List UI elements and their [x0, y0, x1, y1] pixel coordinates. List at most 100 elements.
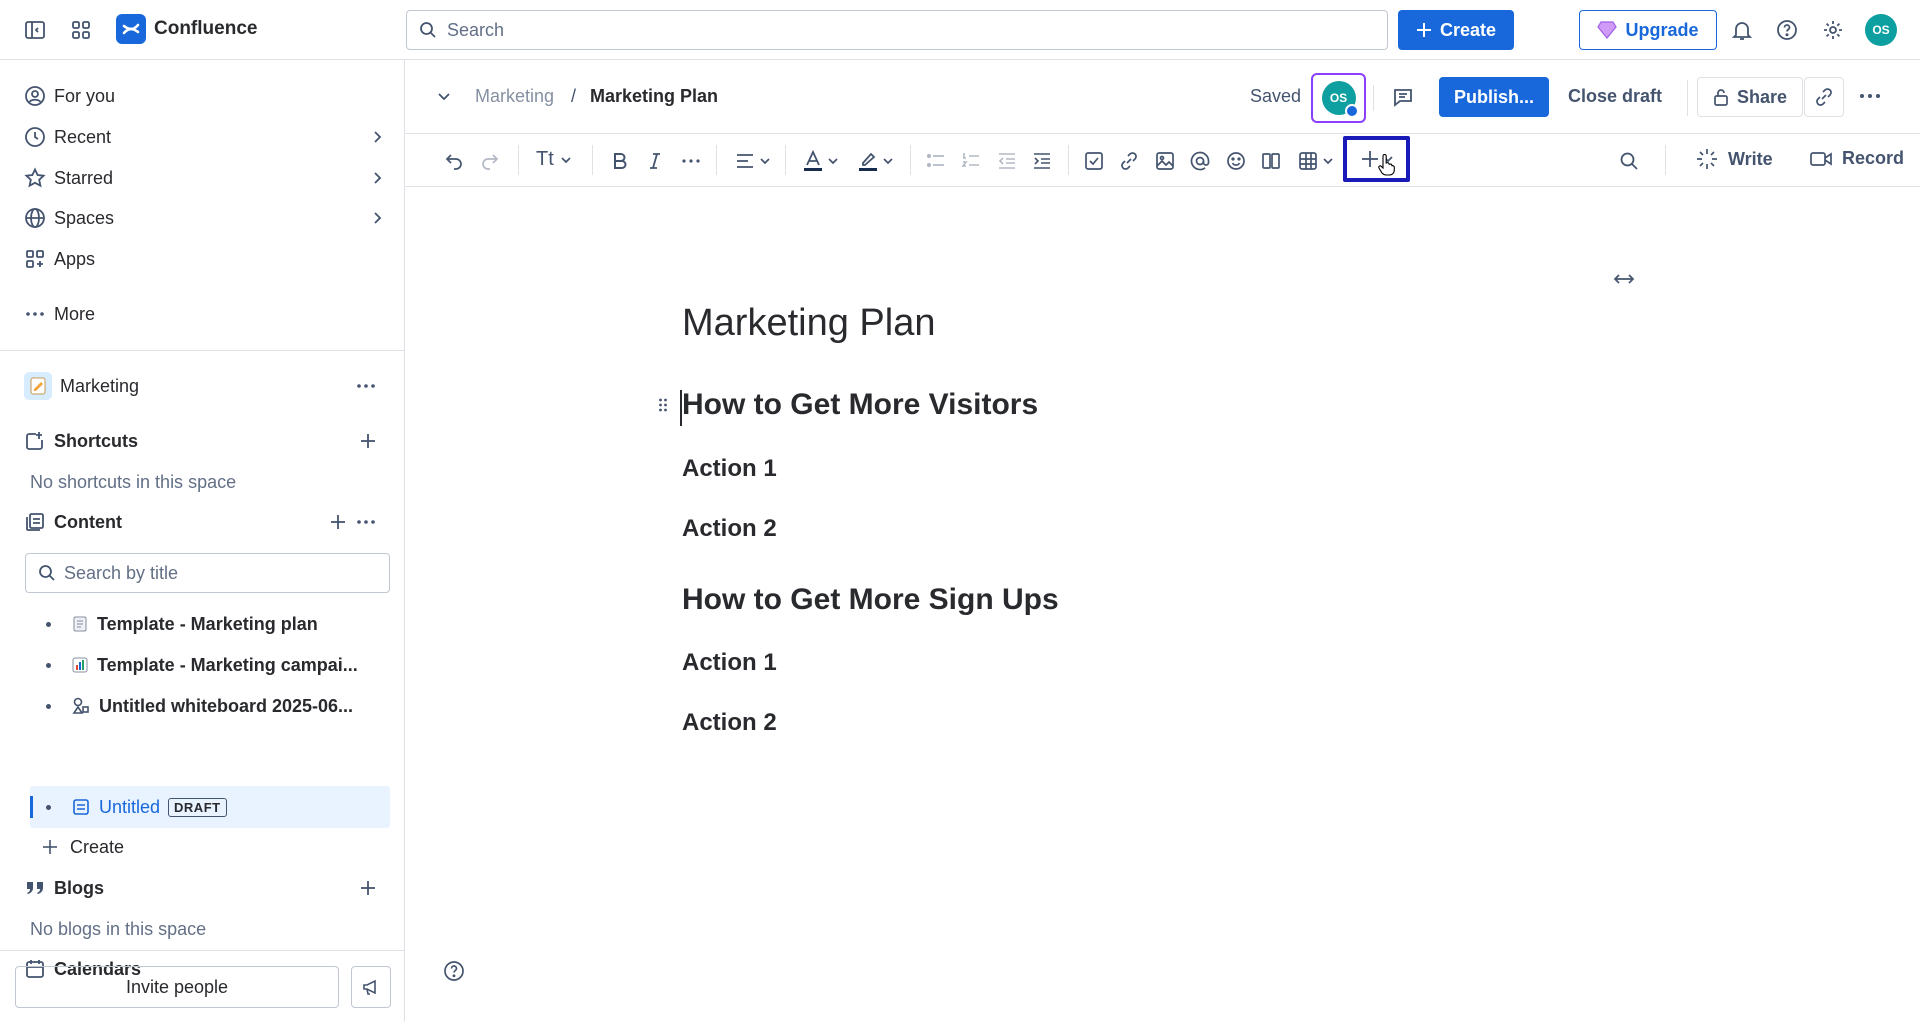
redo-icon[interactable]: [476, 147, 504, 175]
settings-gear-icon[interactable]: [1822, 19, 1844, 41]
notifications-bell-icon[interactable]: [1731, 19, 1753, 41]
sidebar-item-starred[interactable]: Starred: [24, 160, 384, 196]
indent-icon[interactable]: [1028, 147, 1056, 175]
chevron-right-icon[interactable]: [370, 171, 384, 185]
highlight-dropdown[interactable]: [853, 147, 899, 175]
app-switcher-icon[interactable]: [70, 19, 92, 41]
page-emoji-icon: [71, 615, 89, 633]
numbered-list-icon[interactable]: [957, 147, 985, 175]
add-shortcut-icon[interactable]: [360, 433, 376, 449]
content-more-icon[interactable]: [356, 519, 376, 525]
apps-icon: [24, 248, 46, 270]
content-search-input[interactable]: Search by title: [25, 553, 390, 593]
find-replace-icon[interactable]: [1615, 147, 1643, 175]
editor-help-icon[interactable]: [443, 960, 465, 982]
toolbar-divider: [910, 145, 911, 175]
image-icon[interactable]: [1151, 147, 1179, 175]
record-label: Record: [1842, 148, 1905, 168]
bold-icon[interactable]: [606, 147, 634, 175]
ai-write-button[interactable]: Write: [1696, 148, 1773, 170]
tree-bullet: [46, 703, 51, 709]
chevron-right-icon[interactable]: [370, 130, 384, 144]
close-draft-button[interactable]: Close draft: [1568, 86, 1662, 107]
heading-action-1[interactable]: Action 1: [682, 649, 777, 677]
share-label: Share: [1736, 86, 1788, 107]
chart-emoji-icon: [71, 656, 89, 674]
layout-columns-icon[interactable]: [1257, 147, 1285, 175]
drag-handle-icon[interactable]: [658, 397, 668, 413]
help-icon[interactable]: [1776, 19, 1798, 41]
top-nav: Confluence Search Create Upgrade OS: [0, 0, 1920, 60]
undo-icon[interactable]: [440, 147, 468, 175]
pointer-cursor-icon: [1377, 154, 1395, 176]
upgrade-button[interactable]: Upgrade: [1579, 10, 1717, 50]
collaborator-avatar-frame[interactable]: OS: [1311, 73, 1366, 123]
tree-item-template-marketing-campaign[interactable]: Template - Marketing campai...: [30, 647, 390, 683]
create-button[interactable]: Create: [1398, 10, 1514, 50]
tree-item-label: Template - Marketing campai...: [97, 654, 358, 675]
insert-elements-dropdown[interactable]: [1343, 136, 1410, 182]
confluence-logo[interactable]: Confluence: [116, 14, 257, 44]
blogs-empty-text: No blogs in this space: [30, 919, 207, 939]
page-more-icon[interactable]: [1859, 93, 1881, 99]
sidebar-toggle-icon[interactable]: [24, 19, 46, 41]
bullet-list-icon[interactable]: [922, 147, 950, 175]
record-button[interactable]: Record: [1810, 148, 1904, 169]
space-header[interactable]: Marketing: [24, 368, 384, 404]
invite-people-button[interactable]: Invite people: [15, 966, 339, 1008]
chevron-down-icon: [560, 154, 572, 166]
add-blog-icon[interactable]: [360, 880, 376, 896]
tree-item-label: Untitled whiteboard 2025-06...: [99, 695, 354, 716]
tree-item-untitled-whiteboard[interactable]: Untitled whiteboard 2025-06...: [30, 688, 390, 724]
chevron-right-icon[interactable]: [370, 211, 384, 225]
toolbar-bottom-divider: [405, 186, 1920, 187]
sidebar-item-for-you[interactable]: For you: [24, 78, 384, 114]
expand-width-icon[interactable]: [1613, 273, 1635, 285]
heading-action-2[interactable]: Action 2: [682, 515, 777, 543]
table-dropdown[interactable]: [1293, 147, 1339, 175]
link-insert-icon[interactable]: [1115, 147, 1143, 175]
comment-icon[interactable]: [1392, 86, 1414, 108]
tree-item-template-marketing-plan[interactable]: Template - Marketing plan: [30, 606, 390, 642]
feedback-button[interactable]: [351, 966, 391, 1008]
highlight-icon: [858, 150, 878, 172]
alignment-dropdown[interactable]: [730, 147, 776, 175]
mention-icon[interactable]: [1186, 147, 1214, 175]
heading-how-to-get-more-visitors[interactable]: How to Get More Visitors: [682, 388, 1038, 422]
breadcrumb-parent[interactable]: Marketing: [475, 86, 559, 107]
sidebar-item-recent[interactable]: Recent: [24, 119, 384, 155]
shortcuts-section[interactable]: Shortcuts: [24, 423, 384, 459]
text-color-dropdown[interactable]: [798, 147, 844, 175]
blogs-section[interactable]: Blogs: [24, 870, 384, 906]
emoji-icon[interactable]: [1222, 147, 1250, 175]
user-avatar[interactable]: OS: [1865, 14, 1897, 46]
task-checkbox-icon[interactable]: [1080, 147, 1108, 175]
sidebar-item-apps[interactable]: Apps: [24, 241, 384, 277]
sidebar-item-more[interactable]: More: [24, 296, 384, 332]
outdent-icon[interactable]: [993, 147, 1021, 175]
diamond-icon: [1597, 21, 1618, 39]
italic-icon[interactable]: [641, 147, 669, 175]
publish-button[interactable]: Publish...: [1439, 77, 1549, 117]
tree-item-label: Template - Marketing plan: [97, 613, 318, 634]
add-content-icon[interactable]: [330, 514, 346, 530]
text-style-dropdown[interactable]: Tt: [536, 148, 572, 171]
breadcrumb-collapse-icon[interactable]: [437, 89, 451, 103]
tree-item-untitled-draft[interactable]: Untitled DRAFT: [30, 789, 390, 825]
create-page-button[interactable]: Create: [42, 829, 402, 865]
search-placeholder: Search: [447, 19, 505, 40]
sidebar-item-spaces[interactable]: Spaces: [24, 200, 384, 236]
content-section[interactable]: Content: [24, 504, 384, 540]
heading-how-to-get-more-sign-ups[interactable]: How to Get More Sign Ups: [682, 583, 1059, 617]
heading-action-1[interactable]: Action 1: [682, 455, 777, 483]
space-more-icon[interactable]: [356, 383, 376, 389]
tree-bullet: [46, 621, 51, 627]
heading-action-2[interactable]: Action 2: [682, 709, 777, 737]
copy-link-button[interactable]: [1804, 77, 1844, 117]
more-formatting-icon[interactable]: [677, 147, 705, 175]
global-search-input[interactable]: Search: [406, 10, 1388, 50]
publish-label: Publish...: [1453, 86, 1534, 107]
page-title[interactable]: Marketing Plan: [682, 302, 935, 345]
share-button[interactable]: Share: [1697, 77, 1803, 117]
breadcrumb-current[interactable]: Marketing Plan: [590, 86, 718, 107]
